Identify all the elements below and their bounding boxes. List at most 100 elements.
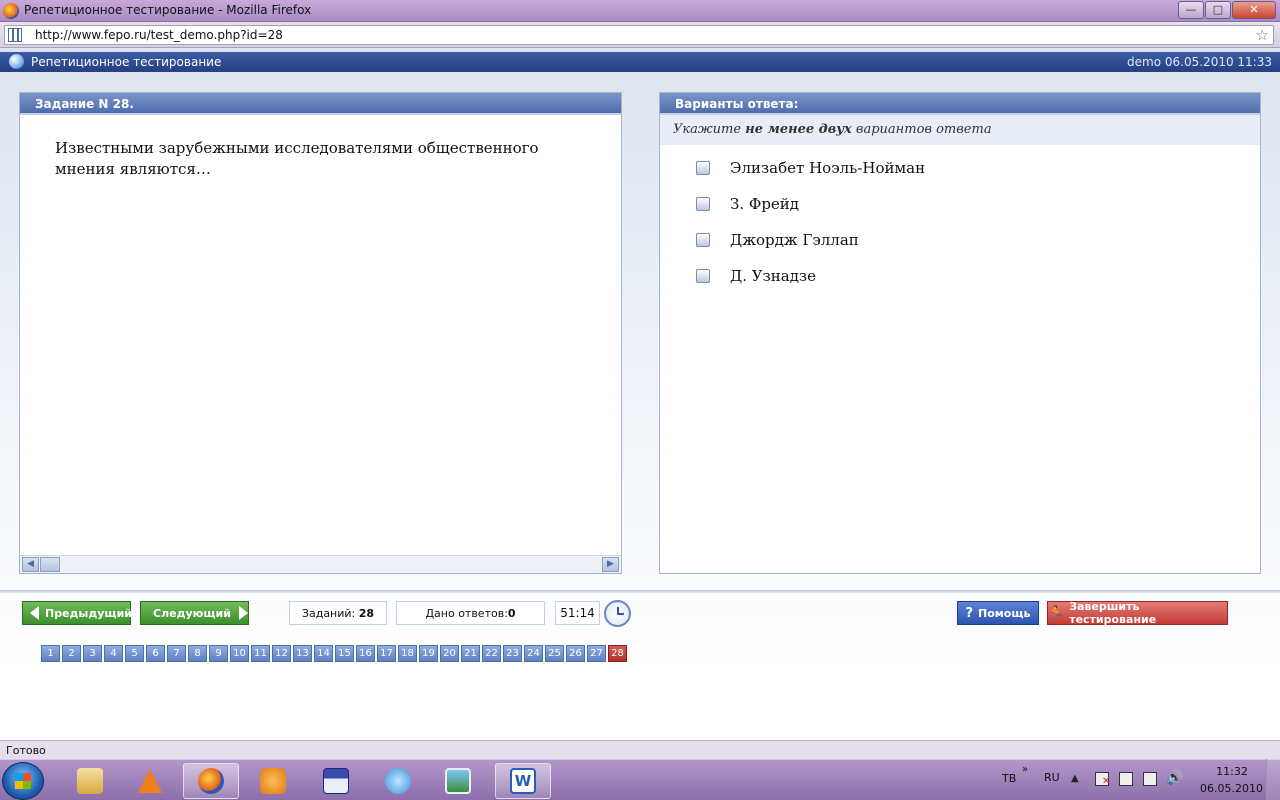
action-center-flag-icon[interactable]: [1095, 772, 1110, 787]
page-number-button[interactable]: 18: [398, 645, 417, 662]
instruction-prefix: Укажите: [673, 122, 746, 137]
horizontal-scrollbar[interactable]: ◀ ▶: [20, 555, 621, 573]
page-number-button[interactable]: 12: [272, 645, 291, 662]
page-number-button[interactable]: 15: [335, 645, 354, 662]
clock-date[interactable]: 06.05.2010: [1200, 782, 1263, 795]
answer-label: Джордж Гэллап: [730, 231, 859, 249]
page-number-button[interactable]: 13: [293, 645, 312, 662]
answers-panel: Варианты ответа: Укажите не менее двух в…: [659, 92, 1261, 574]
photo-viewer-taskbar-icon[interactable]: [430, 763, 486, 799]
page-number-button[interactable]: 5: [125, 645, 144, 662]
answer-checkbox[interactable]: [696, 269, 710, 283]
page-number-button[interactable]: 10: [230, 645, 249, 662]
page-number-button[interactable]: 22: [482, 645, 501, 662]
answers-given-count: 0: [507, 606, 516, 620]
user-info: demo 06.05.2010 11:33: [1127, 55, 1272, 69]
network-icon[interactable]: [1143, 772, 1157, 786]
language-indicator[interactable]: RU: [1044, 771, 1060, 784]
page-number-button[interactable]: 11: [251, 645, 270, 662]
page-number-button[interactable]: 14: [314, 645, 333, 662]
help-icon: ?: [965, 605, 974, 621]
answer-checkbox[interactable]: [696, 161, 710, 175]
page-number-button[interactable]: 6: [146, 645, 165, 662]
page-number-button[interactable]: 2: [62, 645, 81, 662]
firefox-icon: [3, 3, 19, 19]
page-number-button[interactable]: 16: [356, 645, 375, 662]
page-number-button[interactable]: 7: [167, 645, 186, 662]
question-header: Задание N 28.: [20, 93, 621, 115]
answer-checkbox[interactable]: [696, 197, 710, 211]
page-number-button[interactable]: 27: [587, 645, 606, 662]
answer-option[interactable]: З. Фрейд: [696, 195, 799, 213]
answer-label: Элизабет Ноэль-Нойман: [730, 159, 926, 177]
answer-label: Д. Узнадзе: [730, 267, 816, 285]
show-desktop-button[interactable]: [1266, 759, 1280, 800]
page-number-button[interactable]: 1: [41, 645, 60, 662]
media-player-taskbar-icon[interactable]: [245, 763, 301, 799]
page-number-button[interactable]: 19: [419, 645, 438, 662]
answers-header: Варианты ответа:: [660, 93, 1260, 115]
app-header: Репетиционное тестирование demo 06.05.20…: [0, 52, 1280, 72]
answer-option[interactable]: Элизабет Ноэль-Нойман: [696, 159, 925, 177]
page-number-button[interactable]: 26: [566, 645, 585, 662]
maximize-button[interactable]: □: [1205, 1, 1231, 19]
timer: 51:14: [555, 601, 600, 625]
page-number-button[interactable]: 3: [83, 645, 102, 662]
keyboard-layout-label[interactable]: ТВ: [1002, 772, 1016, 785]
scroll-thumb[interactable]: [40, 557, 60, 572]
scroll-right-icon[interactable]: ▶: [602, 557, 619, 572]
answer-option[interactable]: Д. Узнадзе: [696, 267, 816, 285]
answers-given-label: Дано ответов:: [425, 606, 508, 620]
toolbar-divider: [0, 590, 1280, 593]
question-pager: 1 2 3 4 5 6 7 8 9 10 11 12 13 14 15 16 17 18 19 20 21 22 23 24 2…: [41, 645, 627, 662]
site-icon: [8, 28, 22, 42]
next-button[interactable]: Следующий: [140, 601, 249, 625]
url-text: http://www.fepo.ru/test_demo.php?id=28: [35, 28, 283, 42]
taskbar: [0, 759, 1280, 800]
usb-device-icon[interactable]: [1119, 772, 1133, 786]
page-number-button[interactable]: 25: [545, 645, 564, 662]
clock-time[interactable]: 11:32: [1212, 765, 1252, 778]
previous-label: Предыдущий: [45, 606, 133, 620]
scroll-left-icon[interactable]: ◀: [22, 557, 39, 572]
minimize-button[interactable]: —: [1178, 1, 1204, 19]
firefox-taskbar-icon[interactable]: [183, 763, 239, 799]
page-number-button[interactable]: 8: [188, 645, 207, 662]
start-button[interactable]: [2, 762, 44, 800]
page-number-button[interactable]: 4: [104, 645, 123, 662]
url-field[interactable]: http://www.fepo.ru/test_demo.php?id=28 ☆: [4, 25, 1274, 45]
window-title: Репетиционное тестирование - Mozilla Fir…: [24, 3, 312, 17]
vlc-taskbar-icon[interactable]: [122, 763, 178, 799]
window-titlebar: Репетиционное тестирование - Mozilla Fir…: [0, 0, 1280, 22]
itunes-taskbar-icon[interactable]: [370, 763, 426, 799]
tasks-label: Заданий:: [301, 606, 356, 620]
navigation-bar: http://www.fepo.ru/test_demo.php?id=28 ☆: [0, 22, 1280, 48]
bookmark-star-icon[interactable]: ☆: [1256, 26, 1269, 44]
volume-icon[interactable]: 🔊: [1166, 770, 1183, 786]
page-number-button[interactable]: 28: [608, 645, 627, 662]
save-floppy-taskbar-icon[interactable]: [308, 763, 364, 799]
close-button[interactable]: ✕: [1232, 1, 1276, 19]
page-number-button[interactable]: 9: [209, 645, 228, 662]
answer-option[interactable]: Джордж Гэллап: [696, 231, 859, 249]
answer-checkbox[interactable]: [696, 233, 710, 247]
word-taskbar-icon[interactable]: [495, 763, 551, 799]
help-button[interactable]: ? Помощь: [957, 601, 1039, 625]
explorer-taskbar-icon[interactable]: [62, 763, 118, 799]
tray-expand-icon[interactable]: ▲: [1071, 773, 1079, 784]
page-number-button[interactable]: 24: [524, 645, 543, 662]
page-number-button[interactable]: 20: [440, 645, 459, 662]
question-panel: Задание N 28. Известными зарубежными исс…: [19, 92, 622, 574]
arrow-right-icon: [238, 606, 248, 620]
finish-test-button[interactable]: 🏃 Завершить тестирование: [1047, 600, 1228, 626]
previous-button[interactable]: Предыдущий: [22, 601, 133, 625]
answer-label: З. Фрейд: [730, 195, 800, 213]
help-label: Помощь: [978, 606, 1031, 620]
finish-label: Завершить тестирование: [1069, 600, 1157, 626]
next-label: Следующий: [153, 606, 231, 620]
page-number-button[interactable]: 23: [503, 645, 522, 662]
page-number-button[interactable]: 21: [461, 645, 480, 662]
instruction-bold: не менее двух: [745, 122, 852, 137]
page-number-button[interactable]: 17: [377, 645, 396, 662]
language-bar-arrows[interactable]: »: [1022, 764, 1028, 775]
